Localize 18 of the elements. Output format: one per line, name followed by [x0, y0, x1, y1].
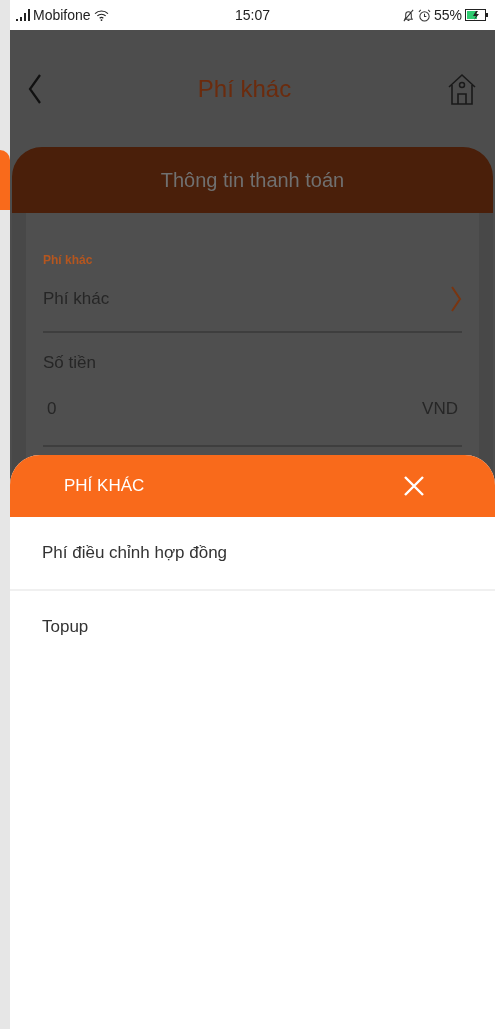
- chevron-right-icon: [450, 285, 462, 313]
- bell-off-icon: [401, 8, 415, 22]
- carrier-name: Mobifone: [33, 7, 91, 23]
- page-title: Phí khác: [197, 74, 292, 103]
- close-icon[interactable]: [403, 475, 425, 497]
- alarm-icon: [417, 8, 431, 22]
- battery-percent: 55%: [433, 7, 462, 23]
- battery-charging-icon: [465, 9, 489, 21]
- sheet-title: PHÍ KHÁC: [64, 476, 145, 496]
- wifi-icon: [93, 9, 109, 21]
- field-label: Phí khác: [43, 253, 94, 267]
- option-item[interactable]: Phí điều chỉnh hợp đồng: [10, 517, 495, 591]
- back-icon[interactable]: [28, 72, 42, 105]
- card-header: Thông tin thanh toán: [12, 147, 493, 213]
- signal-icon: [16, 9, 30, 21]
- option-item[interactable]: Topup: [10, 591, 495, 663]
- clock-time: 15:07: [235, 7, 270, 23]
- home-icon[interactable]: [447, 71, 477, 106]
